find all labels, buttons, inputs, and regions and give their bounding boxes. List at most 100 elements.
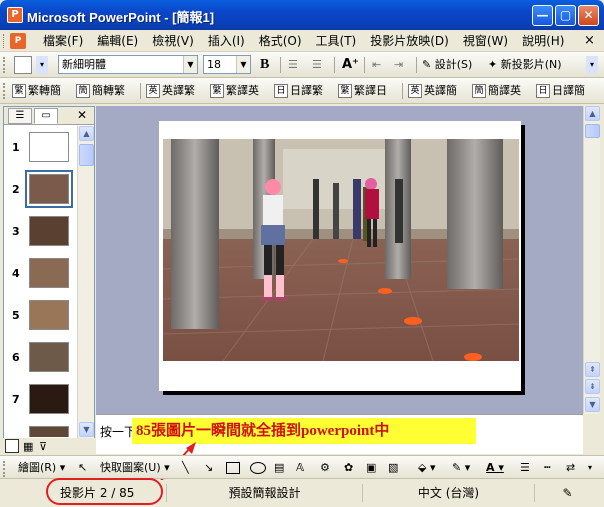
translate-button-7[interactable]: 簡簡譯英 bbox=[472, 82, 521, 100]
slide-thumbnail[interactable]: 3 bbox=[4, 215, 76, 249]
slide-thumbnail[interactable]: 6 bbox=[4, 341, 76, 375]
autoshapes-button[interactable]: 快取圖案(U) ▾ bbox=[100, 460, 170, 476]
toolbar-grip-icon[interactable] bbox=[3, 57, 6, 73]
previous-slide-icon[interactable]: ⇞ bbox=[585, 362, 600, 377]
scroll-up-icon[interactable]: ▲ bbox=[585, 106, 600, 121]
translate-button-1[interactable]: 簡簡轉繁 bbox=[76, 82, 125, 100]
spelling-status-icon[interactable]: ✎ bbox=[534, 484, 600, 502]
pane-tabs: ☰ ▭ ✕ bbox=[4, 107, 94, 125]
slide-number: 4 bbox=[12, 267, 20, 280]
dash-style-icon[interactable]: ┅ bbox=[544, 460, 551, 476]
bold-button[interactable]: B bbox=[260, 56, 269, 74]
font-name-combo[interactable]: 新細明體 ▼ bbox=[58, 55, 198, 74]
translate-button-8[interactable]: 日日譯簡 bbox=[536, 82, 585, 100]
slide-photo[interactable] bbox=[163, 139, 519, 361]
menu-item-1[interactable]: 編輯(E) bbox=[90, 33, 145, 49]
powerpoint-app-icon[interactable]: P bbox=[7, 7, 23, 23]
scroll-down-icon[interactable]: ▼ bbox=[585, 397, 600, 412]
fill-color-icon[interactable]: ⬙ ▾ bbox=[418, 460, 435, 476]
font-color-icon[interactable]: A ▾ bbox=[486, 460, 504, 476]
bulleted-list-icon[interactable]: ☰ bbox=[312, 56, 322, 74]
toolbar-grip-icon[interactable] bbox=[3, 83, 6, 99]
select-objects-icon[interactable]: ↖ bbox=[78, 460, 87, 476]
title-bar: P Microsoft PowerPoint - [簡報1] — ▢ ✕ bbox=[0, 0, 604, 30]
menu-item-6[interactable]: 投影片放映(D) bbox=[363, 33, 456, 49]
menu-item-8[interactable]: 說明(H) bbox=[515, 33, 571, 49]
translate-button-2[interactable]: 英英譯繁 bbox=[146, 82, 195, 100]
translate-button-5[interactable]: 繁繁譯日 bbox=[338, 82, 387, 100]
scroll-down-icon[interactable]: ▼ bbox=[79, 422, 94, 437]
slide-thumbnail[interactable]: 5 bbox=[4, 299, 76, 333]
slide-thumbnail[interactable]: 4 bbox=[4, 257, 76, 291]
textbox-tool-icon[interactable]: ▤ bbox=[274, 460, 284, 476]
slide-thumbnail[interactable]: 1 bbox=[4, 131, 76, 165]
normal-view-icon[interactable] bbox=[5, 439, 19, 453]
toolbar-options-chevron-icon[interactable]: ▾ bbox=[588, 460, 592, 476]
line-style-icon[interactable]: ☰ bbox=[520, 460, 530, 476]
picture-tool-icon[interactable]: ▣ bbox=[366, 460, 376, 476]
thumbs-scrollbar[interactable]: ▲ ▼ bbox=[77, 126, 94, 438]
new-document-icon[interactable] bbox=[14, 56, 32, 74]
decrease-indent-icon[interactable]: ⇤ bbox=[372, 56, 381, 74]
line-color-icon[interactable]: ✎ ▾ bbox=[452, 460, 470, 476]
next-slide-icon[interactable]: ⇟ bbox=[585, 379, 600, 394]
increase-indent-icon[interactable]: ⇥ bbox=[394, 56, 403, 74]
menu-item-3[interactable]: 插入(I) bbox=[201, 33, 252, 49]
new-slide-button[interactable]: ✦ 新投影片(N) bbox=[488, 56, 562, 74]
menu-item-5[interactable]: 工具(T) bbox=[309, 33, 364, 49]
maximize-button[interactable]: ▢ bbox=[555, 5, 576, 26]
translate-button-0[interactable]: 繁繁轉簡 bbox=[12, 82, 61, 100]
toolbar-options-chevron-icon[interactable]: ▾ bbox=[36, 56, 48, 74]
toolbar-grip-icon[interactable] bbox=[3, 461, 6, 477]
translate-button-6[interactable]: 英英譯簡 bbox=[408, 82, 457, 100]
increase-font-icon[interactable]: A⁺ bbox=[342, 56, 359, 74]
design-label: 設計(S) bbox=[434, 58, 473, 71]
toolbar-options-chevron-icon[interactable]: ▾ bbox=[586, 56, 598, 74]
translate-button-4[interactable]: 日日譯繁 bbox=[274, 82, 323, 100]
arrow-tool-icon[interactable]: ↘ bbox=[204, 460, 213, 476]
scroll-thumb[interactable] bbox=[79, 144, 94, 166]
line-tool-icon[interactable]: ╲ bbox=[182, 460, 189, 476]
slide-sorter-icon[interactable]: ▦ bbox=[23, 440, 33, 453]
slide-thumbnail-image bbox=[29, 342, 69, 372]
draw-menu-button[interactable]: 繪圖(R) ▾ bbox=[18, 460, 65, 476]
slides-tab-icon[interactable]: ▭ bbox=[34, 108, 58, 124]
minimize-button[interactable]: — bbox=[532, 5, 553, 26]
scroll-up-icon[interactable]: ▲ bbox=[79, 126, 94, 141]
slide-thumbnail[interactable]: 8 bbox=[4, 425, 76, 437]
document-icon[interactable]: P bbox=[10, 33, 26, 49]
numbered-list-icon[interactable]: ☰ bbox=[288, 56, 298, 74]
close-pane-icon[interactable]: ✕ bbox=[77, 108, 87, 122]
arrow-style-icon[interactable]: ⇄ bbox=[566, 460, 575, 476]
chevron-down-icon[interactable]: ▼ bbox=[183, 56, 197, 73]
translate-icon: 簡 bbox=[472, 84, 486, 98]
translate-icon: 日 bbox=[536, 84, 550, 98]
wordart-tool-icon[interactable]: 𝔸 bbox=[296, 460, 304, 476]
chevron-down-icon[interactable]: ▼ bbox=[236, 56, 250, 73]
current-slide[interactable] bbox=[159, 121, 521, 391]
slide-thumbnail[interactable]: 2 bbox=[4, 170, 76, 208]
oval-tool-icon[interactable] bbox=[250, 462, 266, 474]
highlight-ellipse bbox=[46, 478, 163, 505]
close-button[interactable]: ✕ bbox=[578, 5, 599, 26]
document-close-icon[interactable]: × bbox=[584, 33, 595, 48]
slide-scrollbar[interactable]: ▲ ⇞ ⇟ ▼ bbox=[583, 106, 600, 414]
menu-item-4[interactable]: 格式(O) bbox=[252, 33, 309, 49]
scroll-thumb[interactable] bbox=[585, 124, 600, 138]
diagram-tool-icon[interactable]: ⚙ bbox=[320, 460, 330, 476]
toolbar-grip-icon[interactable] bbox=[3, 34, 6, 48]
design-button[interactable]: ✎ 設計(S) bbox=[422, 56, 472, 74]
insert-image-icon[interactable]: ▧ bbox=[388, 460, 398, 476]
slide-show-icon[interactable]: ⊽ bbox=[39, 440, 47, 453]
font-size-value: 18 bbox=[207, 58, 221, 71]
menu-item-2[interactable]: 檢視(V) bbox=[145, 33, 201, 49]
menu-item-0[interactable]: 檔案(F) bbox=[36, 33, 90, 49]
font-size-combo[interactable]: 18 ▼ bbox=[203, 55, 251, 74]
slide-thumbnail[interactable]: 7 bbox=[4, 383, 76, 417]
outline-tab-icon[interactable]: ☰ bbox=[8, 108, 32, 124]
design-icon: ✎ bbox=[422, 58, 432, 71]
menu-item-7[interactable]: 視窗(W) bbox=[456, 33, 515, 49]
rectangle-tool-icon[interactable] bbox=[226, 462, 240, 474]
clipart-tool-icon[interactable]: ✿ bbox=[344, 460, 353, 476]
translate-button-3[interactable]: 繁繁譯英 bbox=[210, 82, 259, 100]
